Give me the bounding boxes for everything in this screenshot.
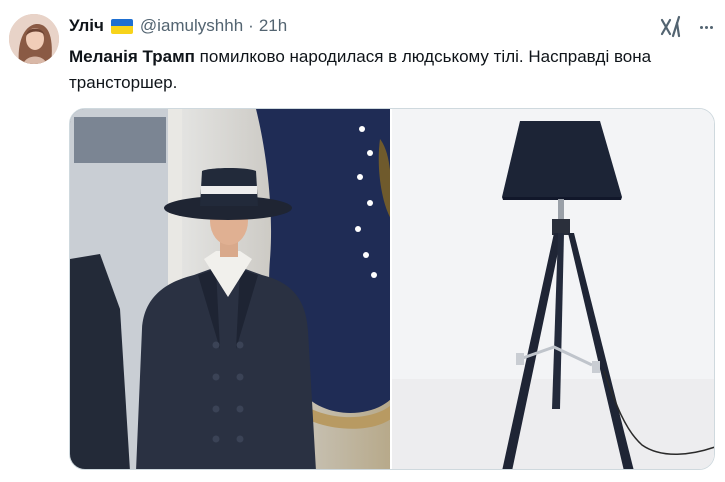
- grok-icon[interactable]: [658, 14, 684, 40]
- tweet: Уліч @iamulyshhh · 21h Меланія Трамп пом…: [0, 0, 725, 482]
- tweet-media: [69, 108, 715, 470]
- tweet-timestamp[interactable]: 21h: [259, 15, 287, 37]
- woman-in-hat-photo[interactable]: [70, 109, 390, 469]
- tweet-header: Уліч @iamulyshhh · 21h: [69, 15, 287, 37]
- avatar[interactable]: [9, 14, 59, 64]
- tripod-floor-lamp-photo[interactable]: [392, 109, 714, 469]
- avatar-image: [9, 14, 59, 64]
- author-handle[interactable]: @iamulyshhh: [140, 15, 243, 37]
- separator-dot: ·: [248, 16, 254, 35]
- tweet-text-bold: Меланія Трамп: [69, 47, 195, 66]
- more-icon[interactable]: [694, 14, 718, 40]
- ukraine-flag-icon: [110, 18, 133, 34]
- tweet-text: Меланія Трамп помилково народилася в люд…: [69, 44, 704, 96]
- author-name[interactable]: Уліч: [69, 15, 104, 37]
